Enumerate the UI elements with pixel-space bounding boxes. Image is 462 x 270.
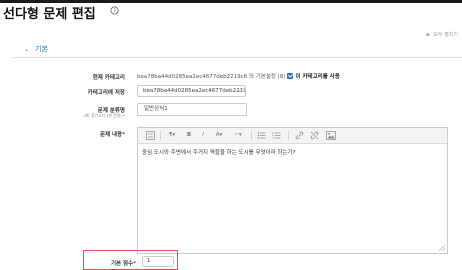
- paragraph-style-icon[interactable]: ¶▾: [165, 131, 179, 140]
- current-category-label: 현재 카테고리: [92, 75, 125, 81]
- image-icon[interactable]: [326, 131, 336, 140]
- question-name-input[interactable]: 일반상식1: [137, 103, 247, 116]
- svg-text:?: ?: [113, 8, 116, 14]
- question-text-label: 문제 내용*: [100, 130, 125, 138]
- triangle-right-icon: ▶: [426, 32, 431, 38]
- toolbar-separator: [251, 131, 252, 140]
- question-text-editor[interactable]: ¶▾ B I A▾ ⌐▾ 중심 도시와 주변에서 주거지 역할을 하는 도시를 …: [137, 127, 448, 254]
- expand-all-link[interactable]: ▶ 모두 펼치기: [427, 31, 458, 38]
- bold-icon[interactable]: B: [185, 131, 193, 140]
- question-name-sublabel: (예: 중간고사 1번 문항) *: [83, 113, 125, 118]
- toolbar-separator: [288, 131, 289, 140]
- use-category-checkbox[interactable]: [287, 73, 294, 79]
- expand-all-label: 모두 펼치기: [433, 32, 458, 38]
- bullet-list-icon[interactable]: [257, 131, 266, 140]
- toolbar-toggle-icon[interactable]: [146, 131, 155, 140]
- default-mark-input[interactable]: 1: [142, 256, 174, 267]
- page-title: 선다형 문제 편집: [3, 7, 96, 22]
- question-text-content[interactable]: 중심 도시와 주변에서 주거지 역할을 하는 도시를 무엇이라 하는가?: [142, 148, 296, 156]
- numbered-list-icon[interactable]: [272, 131, 281, 140]
- section-divider: [12, 57, 462, 58]
- save-category-select[interactable]: bea78ba44d0285ea2ec4677deb2219c ⌄: [137, 85, 246, 97]
- use-category-label[interactable]: 이 카테고리를 사용: [295, 74, 339, 80]
- link-icon[interactable]: [295, 131, 304, 140]
- chevron-down-icon: ⌄: [236, 88, 241, 94]
- default-mark-label: 기본 점수*: [111, 259, 136, 267]
- question-circle-icon[interactable]: ?: [110, 6, 119, 15]
- save-category-label: 카테고리에 저장: [87, 90, 125, 96]
- section-title: 기본: [35, 45, 48, 53]
- toolbar-separator: [160, 131, 161, 140]
- question-text-label-text: 문제 내용: [99, 132, 123, 138]
- required-mark: *: [122, 132, 125, 138]
- highlight-color-icon[interactable]: ⌐▾: [231, 131, 245, 140]
- unlink-icon[interactable]: [310, 131, 319, 140]
- section-toggle-general[interactable]: ⌄ 기본: [24, 44, 48, 54]
- required-mark: *: [133, 261, 136, 267]
- resize-handle-icon[interactable]: [439, 245, 445, 251]
- font-color-icon[interactable]: A▾: [212, 131, 226, 140]
- chevron-down-icon: ⌄: [24, 46, 30, 53]
- current-category-value: bea78ba44d0285ea2ec4677deb2219c6 의 기본설정 …: [137, 74, 286, 80]
- italic-icon[interactable]: I: [199, 131, 207, 140]
- editor-toolbar: ¶▾ B I A▾ ⌐▾: [138, 128, 447, 144]
- save-category-value: bea78ba44d0285ea2ec4677deb2219c: [143, 88, 246, 94]
- default-mark-label-text: 기본 점수: [110, 261, 134, 267]
- current-category-row: bea78ba44d0285ea2ec4677deb2219c6 의 기본설정 …: [137, 72, 340, 80]
